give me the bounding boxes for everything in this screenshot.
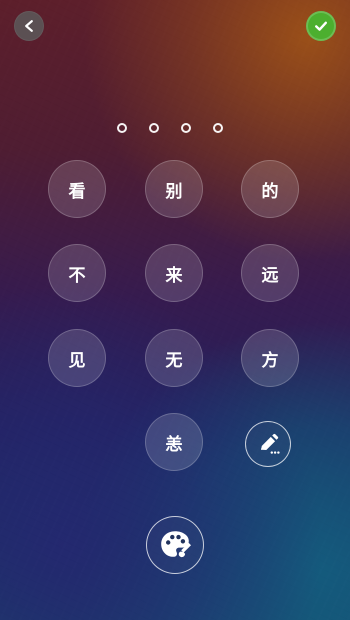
edit-button[interactable] <box>245 421 291 467</box>
keypad-key-yuan[interactable]: 远 <box>241 244 299 302</box>
keypad-key-bu[interactable]: 不 <box>48 244 106 302</box>
palette-icon <box>157 527 193 563</box>
keypad-key-yang[interactable]: 恙 <box>145 413 203 471</box>
pencil-icon <box>255 431 281 457</box>
keypad-key-kan[interactable]: 看 <box>48 160 106 218</box>
passcode-dot <box>181 123 191 133</box>
palette-button[interactable] <box>146 516 204 574</box>
lock-screen: 看 别 的 不 来 远 见 无 方 恙 <box>0 0 350 620</box>
confirm-button[interactable] <box>306 11 336 41</box>
passcode-dot <box>149 123 159 133</box>
keypad-key-fang[interactable]: 方 <box>241 329 299 387</box>
passcode-dot <box>117 123 127 133</box>
keypad-key-bie[interactable]: 别 <box>145 160 203 218</box>
keypad-key-wu[interactable]: 无 <box>145 329 203 387</box>
passcode-dot <box>213 123 223 133</box>
keypad-key-lai[interactable]: 来 <box>145 244 203 302</box>
check-icon <box>313 18 329 34</box>
keypad-key-jian[interactable]: 见 <box>48 329 106 387</box>
passcode-indicator <box>117 123 223 133</box>
back-button[interactable] <box>14 11 44 41</box>
keypad-key-de[interactable]: 的 <box>241 160 299 218</box>
chevron-left-icon <box>22 19 36 33</box>
